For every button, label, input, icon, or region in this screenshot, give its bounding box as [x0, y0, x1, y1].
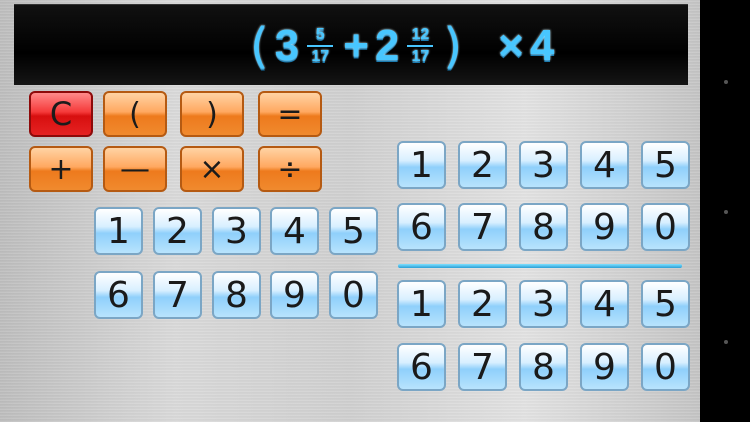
denominator-digit-7-button[interactable]: 7 — [458, 343, 507, 391]
nav-dot-icon[interactable] — [724, 210, 728, 214]
numerator-digit-6-button[interactable]: 6 — [397, 203, 446, 251]
denominator-digit-5-button[interactable]: 5 — [641, 280, 690, 328]
denominator-digit-3-button[interactable]: 3 — [519, 280, 568, 328]
numerator-digit-8-button[interactable]: 8 — [519, 203, 568, 251]
whole-digit-8-button[interactable]: 8 — [212, 271, 261, 319]
whole-digit-3-button[interactable]: 3 — [212, 207, 261, 255]
expr-open-paren: ( — [250, 18, 269, 74]
equals-button[interactable]: = — [258, 91, 322, 137]
numerator-digit-9-button[interactable]: 9 — [580, 203, 629, 251]
fraction-bar — [407, 45, 434, 47]
expr-whole-2: 2 — [374, 21, 400, 70]
expr-multiplier: 4 — [529, 21, 555, 70]
expr-denominator-1: 17 — [311, 48, 330, 65]
denominator-digit-4-button[interactable]: 4 — [580, 280, 629, 328]
numerator-digit-5-button[interactable]: 5 — [641, 141, 690, 189]
clear-button[interactable]: C — [29, 91, 93, 137]
expr-fraction-1: 5 17 — [307, 26, 334, 66]
open-paren-button[interactable]: ( — [103, 91, 167, 137]
numerator-digit-2-button[interactable]: 2 — [458, 141, 507, 189]
denominator-digit-0-button[interactable]: 0 — [641, 343, 690, 391]
expr-times: × — [498, 21, 524, 70]
expression-display: ( 3 5 17 + 2 12 17 ) × 4 — [14, 4, 688, 85]
plus-button[interactable]: + — [29, 146, 93, 192]
denominator-digit-9-button[interactable]: 9 — [580, 343, 629, 391]
close-paren-button[interactable]: ) — [180, 91, 244, 137]
denominator-digit-6-button[interactable]: 6 — [397, 343, 446, 391]
fraction-bar — [307, 45, 334, 47]
denominator-digit-1-button[interactable]: 1 — [397, 280, 446, 328]
nav-dot-icon[interactable] — [724, 80, 728, 84]
expr-numerator-1: 5 — [315, 26, 325, 43]
expr-denominator-2: 17 — [411, 48, 430, 65]
numerator-digit-7-button[interactable]: 7 — [458, 203, 507, 251]
expr-close-paren: ) — [443, 18, 463, 74]
numerator-digit-3-button[interactable]: 3 — [519, 141, 568, 189]
divide-button[interactable]: ÷ — [258, 146, 322, 192]
denominator-digit-8-button[interactable]: 8 — [519, 343, 568, 391]
numerator-digit-4-button[interactable]: 4 — [580, 141, 629, 189]
nav-dot-icon[interactable] — [724, 340, 728, 344]
numerator-digit-0-button[interactable]: 0 — [641, 203, 690, 251]
whole-digit-6-button[interactable]: 6 — [94, 271, 143, 319]
expression: ( 3 5 17 + 2 12 17 ) × 4 — [246, 15, 556, 77]
denominator-digit-2-button[interactable]: 2 — [458, 280, 507, 328]
expr-numerator-2: 12 — [411, 26, 430, 43]
fraction-divider — [398, 264, 682, 268]
whole-digit-5-button[interactable]: 5 — [329, 207, 378, 255]
calculator-panel: ( 3 5 17 + 2 12 17 ) × 4 C ( ) = + — × ÷… — [0, 0, 700, 422]
times-button[interactable]: × — [180, 146, 244, 192]
whole-digit-1-button[interactable]: 1 — [94, 207, 143, 255]
whole-digit-4-button[interactable]: 4 — [270, 207, 319, 255]
whole-digit-7-button[interactable]: 7 — [153, 271, 202, 319]
minus-button[interactable]: — — [103, 146, 167, 192]
whole-digit-0-button[interactable]: 0 — [329, 271, 378, 319]
whole-digit-9-button[interactable]: 9 — [270, 271, 319, 319]
expr-plus: + — [343, 21, 369, 70]
expr-whole-1: 3 — [274, 21, 300, 70]
expr-fraction-2: 12 17 — [407, 26, 434, 66]
whole-digit-2-button[interactable]: 2 — [153, 207, 202, 255]
numerator-digit-1-button[interactable]: 1 — [397, 141, 446, 189]
